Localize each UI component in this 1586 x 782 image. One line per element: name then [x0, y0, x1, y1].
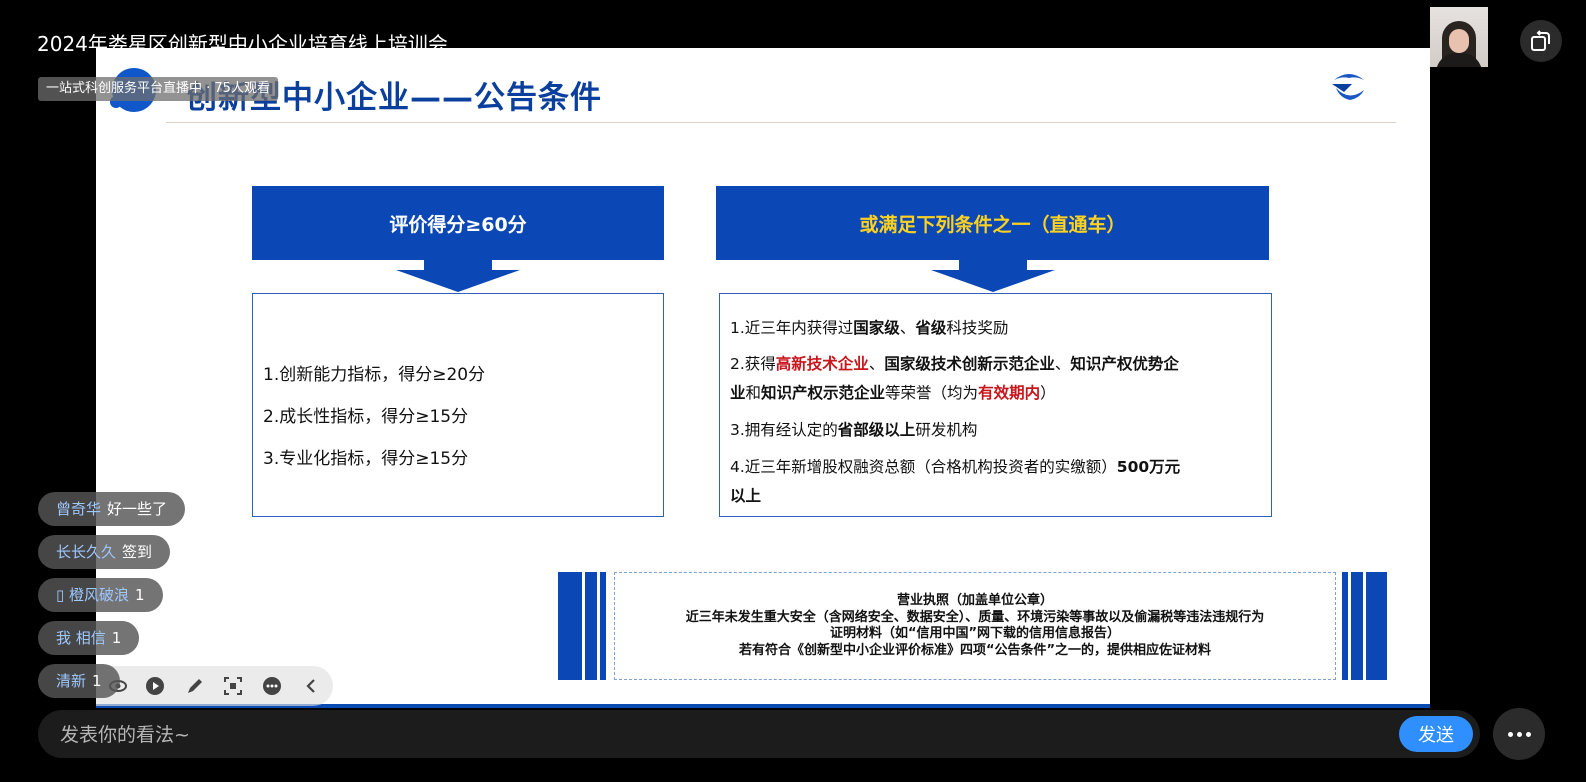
chat-username[interactable]: 长长久久: [56, 543, 116, 561]
comment-input[interactable]: [58, 710, 1392, 760]
condition-item-3: 3.拥有经认定的省部级以上研发机构: [730, 421, 978, 439]
chat-username[interactable]: 清新: [56, 672, 86, 690]
score-criteria-box: 1.创新能力指标，得分≥20分 2.成长性指标，得分≥15分 3.专业化指标，得…: [252, 293, 664, 517]
score-header: 评价得分≥60分: [252, 186, 664, 260]
right-down-arrow-icon: [931, 258, 1055, 292]
title-divider: [166, 122, 1396, 123]
rotate-screen-icon: [1531, 30, 1550, 51]
doc-line-3: 证明材料（如“信用中国”网下载的信用信息报告）: [829, 626, 1121, 641]
right-decor-bar-3: [1366, 572, 1387, 680]
condition-item-2-continued: 业和知识产权示范企业等荣誉（均为有效期内）: [730, 384, 1056, 402]
chat-message: ▯ 橙风破浪 1: [38, 578, 163, 612]
direct-route-conditions-box: 1.近三年内获得过国家级、省级科技奖励 2.获得高新技术企业、国家级技术创新示范…: [719, 293, 1272, 517]
doc-line-4: 若有符合《创新型中小企业评价标准》四项“公告条件”之一的，提供相应佐证材料: [738, 642, 1212, 658]
collapse-chevron-icon[interactable]: [301, 676, 321, 696]
chat-text: 1: [135, 586, 145, 604]
chat-text: 1: [92, 672, 102, 690]
doc-line-1: 营业执照（加盖单位公章）: [896, 593, 1053, 608]
condition-item-2: 2.获得高新技术企业、国家级技术创新示范企业、知识产权优势企: [730, 355, 1179, 373]
dot: [1516, 731, 1522, 737]
play-icon[interactable]: [145, 676, 165, 696]
chat-text: 好一些了: [107, 500, 168, 518]
chat-username[interactable]: ▯ 橙风破浪: [56, 586, 129, 604]
condition-item-4-continued: 以上: [730, 487, 762, 505]
presenter-camera-thumbnail[interactable]: [1430, 7, 1488, 67]
chat-message: 长长久久 签到: [38, 535, 171, 569]
comment-bar: 发送: [38, 710, 1480, 760]
organization-logo-icon: [1332, 74, 1364, 100]
viewer-count-badge: 一站式科创服务平台直播中 · 75人观看: [38, 77, 278, 101]
chat-message: 清新 1: [38, 664, 120, 698]
more-options-button[interactable]: [1493, 708, 1545, 760]
doc-line-2: 近三年未发生重大安全（含网络安全、数据安全）、质量、环境污染等事故以及偷漏税等违…: [685, 609, 1265, 625]
more-dots-icon[interactable]: [262, 676, 282, 696]
chat-message: 我 相信 1: [38, 621, 140, 655]
right-decor-bar-1: [1342, 572, 1348, 680]
direct-route-header: 或满足下列条件之一（直通车）: [716, 186, 1269, 260]
chat-username[interactable]: 我 相信: [56, 629, 106, 647]
stream-title: 2024年娄星区创新型中小企业培育线上培训会: [37, 32, 448, 56]
right-decor-bar-2: [1351, 572, 1363, 680]
required-documents-panel: 营业执照（加盖单位公章） 近三年未发生重大安全（含网络安全、数据安全）、质量、环…: [614, 572, 1336, 680]
criteria-item-3: 3.专业化指标，得分≥15分: [263, 449, 469, 469]
left-decor-bar-3: [600, 572, 606, 680]
left-decor-bar-2: [585, 572, 597, 680]
left-down-arrow-icon: [396, 258, 520, 292]
chat-text: 1: [111, 629, 122, 647]
rotate-screen-button[interactable]: [1520, 20, 1562, 62]
presentation-slide: 创新型中小企业——公告条件 评价得分≥60分 或满足下列条件之一（直通车） 1.…: [96, 48, 1430, 708]
presenter-face: [1449, 29, 1469, 53]
dot: [1507, 731, 1513, 737]
chat-text: 签到: [122, 543, 153, 561]
criteria-item-1: 1.创新能力指标，得分≥20分: [263, 365, 486, 385]
chat-message: 曾奇华 好一些了: [38, 492, 186, 526]
dot: [1525, 731, 1531, 737]
screenshot-icon[interactable]: [223, 676, 243, 696]
pen-icon[interactable]: [185, 676, 205, 696]
annotation-toolbar: [96, 666, 333, 706]
left-decor-bar-1: [558, 572, 582, 680]
criteria-item-2: 2.成长性指标，得分≥15分: [263, 407, 469, 427]
chat-username[interactable]: 曾奇华: [56, 500, 101, 518]
condition-item-4: 4.近三年新增股权融资总额（合格机构投资者的实缴额）500万元: [730, 458, 1181, 476]
condition-item-1: 1.近三年内获得过国家级、省级科技奖励: [730, 319, 1009, 337]
send-button[interactable]: 发送: [1399, 716, 1473, 752]
